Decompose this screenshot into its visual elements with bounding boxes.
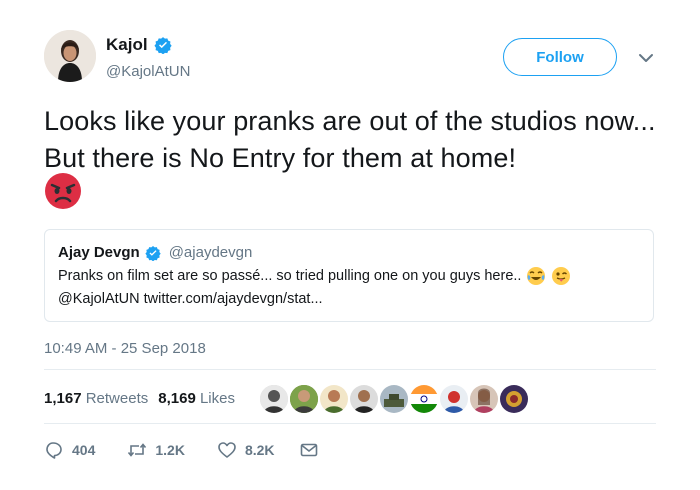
reply-count: 404 [72, 442, 96, 458]
tweet-timestamp[interactable]: 10:49 AM - 25 Sep 2018 [44, 340, 206, 357]
quoted-author-name: Ajay Devgn [58, 244, 140, 261]
quoted-text: Pranks on film set are so passé... so tr… [58, 268, 522, 284]
liker-avatar[interactable] [468, 383, 500, 415]
tweet-stats: 1,167 Retweets 8,169 Likes [44, 390, 235, 407]
liker-avatar[interactable] [318, 383, 350, 415]
author-name[interactable]: Kajol [106, 35, 148, 55]
verified-badge-icon [145, 245, 161, 261]
direct-message-button[interactable] [299, 440, 319, 460]
liker-avatar[interactable] [378, 383, 410, 415]
author-name-row[interactable]: Kajol [106, 35, 172, 55]
angry-face-emoji-icon [45, 173, 81, 209]
chevron-down-icon[interactable] [638, 52, 654, 64]
quoted-text-line: Pranks on film set are so passé... so tr… [58, 266, 571, 286]
likers-avatars [258, 383, 530, 415]
retweet-count: 1.2K [155, 442, 185, 458]
author-avatar[interactable] [44, 30, 96, 82]
reply-icon [46, 442, 62, 459]
liker-avatar[interactable] [408, 383, 440, 415]
retweets-stat[interactable]: 1,167 Retweets [44, 390, 148, 407]
envelope-icon [300, 443, 317, 457]
heart-icon [218, 442, 236, 458]
reply-button[interactable]: 404 [44, 440, 95, 460]
quoted-author-row[interactable]: Ajay Devgn @ajaydevgn [58, 244, 252, 261]
retweet-icon [128, 443, 147, 457]
tears-of-joy-emoji-icon [527, 267, 546, 285]
liker-avatar[interactable] [288, 383, 320, 415]
author-handle[interactable]: @KajolAtUN [106, 63, 190, 80]
divider [44, 369, 656, 370]
follow-button[interactable]: Follow [503, 38, 617, 76]
like-button[interactable]: 8.2K [217, 440, 275, 460]
liker-avatar[interactable] [348, 383, 380, 415]
winking-tongue-emoji-icon [552, 267, 571, 285]
likes-stat[interactable]: 8,169 Likes [158, 390, 235, 407]
like-count: 8.2K [244, 442, 275, 458]
liker-avatar[interactable] [438, 383, 470, 415]
liker-avatar[interactable] [498, 383, 530, 415]
retweet-button[interactable]: 1.2K [127, 440, 185, 460]
tweet-actions: 404 1.2K 8.2K [44, 440, 319, 460]
quoted-text-link-line[interactable]: @KajolAtUN twitter.com/ajaydevgn/stat... [58, 291, 323, 307]
tweet-text: Looks like your pranks are out of the st… [44, 106, 656, 173]
verified-badge-icon [154, 37, 172, 54]
divider [44, 423, 656, 424]
liker-avatar[interactable] [258, 383, 290, 415]
quoted-author-handle: @ajaydevgn [168, 244, 253, 261]
